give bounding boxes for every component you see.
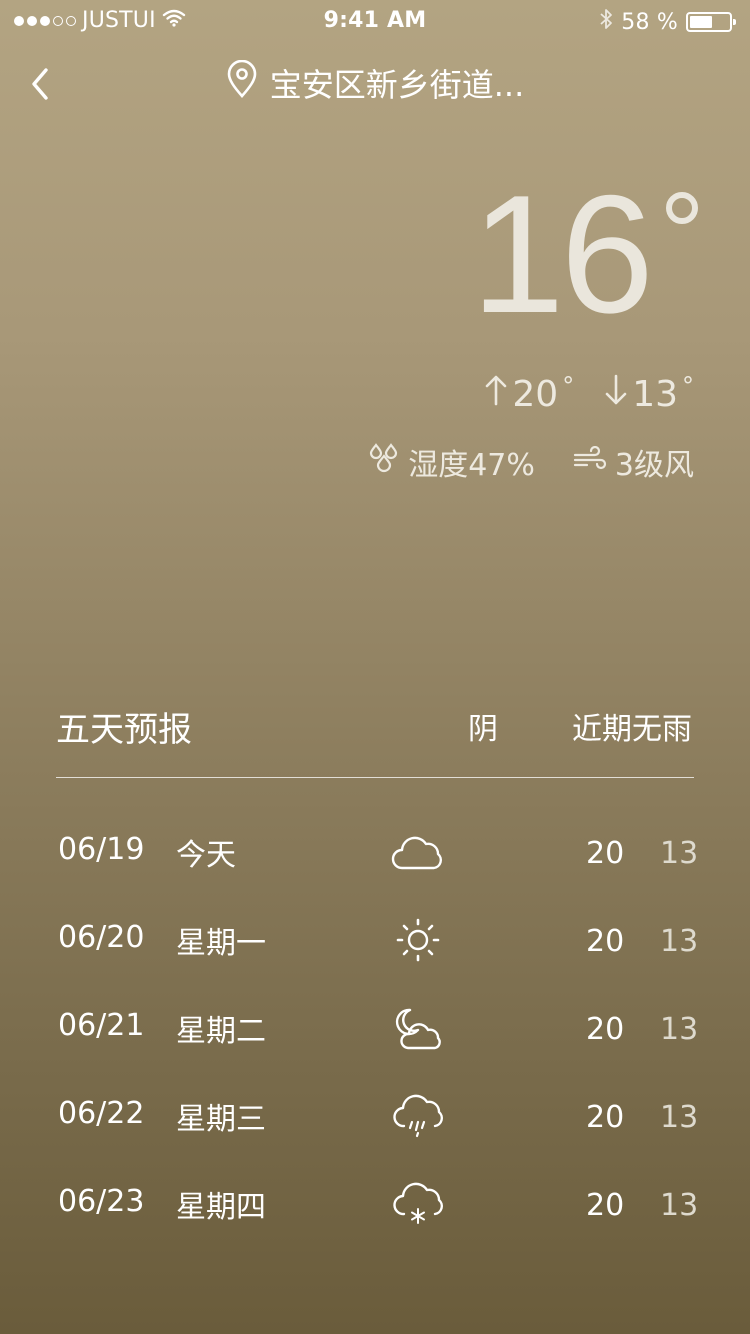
wind-text: 3级风 [614,448,694,483]
forecast-row: 06/21 星期二 20 13 [0,984,750,1072]
status-right: 58 % [599,8,736,36]
forecast-date: 06/19 [58,832,145,867]
forecast-date: 06/23 [58,1184,145,1219]
high-temp: 20 ° [484,372,574,415]
forecast-title: 五天预报 [56,710,192,750]
forecast-high: 20 [586,924,625,959]
forecast-high: 20 [586,836,625,871]
forecast-condition: 阴 [468,712,498,747]
arrow-up-icon [484,374,508,415]
degree-symbol [666,192,698,224]
battery-fill [690,16,713,28]
low-temp: 13 ° [604,372,694,415]
location-title[interactable]: 宝安区新乡街道... [0,59,750,106]
wind: 3级风 [573,440,694,484]
forecast-day: 星期一 [176,926,266,961]
current-temperature: 16 [471,160,654,348]
location-text: 宝安区新乡街道... [269,66,525,104]
forecast-low: 13 [660,836,699,871]
forecast-low: 13 [660,1012,699,1047]
forecast-day: 星期四 [176,1190,266,1225]
low-temp-value: 13 [632,374,678,415]
battery-percent: 58 % [621,9,678,35]
divider [56,777,694,778]
forecast-low: 13 [660,1188,699,1223]
forecast-note: 近期无雨 [572,712,692,747]
humidity: 湿度47% [368,440,535,484]
high-temp-value: 20 [512,374,559,415]
forecast-low: 13 [660,1100,699,1135]
forecast-row: 06/23 星期四 20 13 [0,1160,750,1248]
forecast-day: 星期二 [176,1014,266,1049]
humidity-text: 湿度47% [408,448,535,483]
cloud-icon [388,824,448,880]
forecast-low: 13 [660,924,699,959]
sun-icon [388,912,448,968]
extra-conditions: 湿度47% 3级风 [368,440,694,484]
arrow-down-icon [604,374,628,415]
forecast-list: 06/19 今天 20 13 06/20 星期一 20 13 06/21 星期二… [0,808,750,1248]
forecast-high: 20 [586,1100,625,1135]
forecast-day: 今天 [176,838,236,873]
forecast-high: 20 [586,1188,625,1223]
wind-icon [573,445,607,480]
forecast-date: 06/21 [58,1008,145,1043]
moon-cloud-icon [388,1000,448,1056]
forecast-day: 星期三 [176,1102,266,1137]
battery-icon [686,12,736,32]
rain-cloud-icon [388,1088,448,1144]
snow-cloud-icon [388,1176,448,1232]
location-pin-icon [226,59,258,106]
humidity-icon [368,443,400,481]
forecast-row: 06/20 星期一 20 13 [0,896,750,984]
forecast-row: 06/22 星期三 20 13 [0,1072,750,1160]
forecast-date: 06/22 [58,1096,145,1131]
forecast-date: 06/20 [58,920,145,955]
high-low: 20 ° 13 ° [484,372,694,415]
forecast-header: 五天预报 阴 近期无雨 [56,700,694,750]
forecast-row: 06/19 今天 20 13 [0,808,750,896]
status-bar: JUSTUI 9:41 AM 58 % [0,0,750,40]
bluetooth-icon [599,8,613,36]
forecast-high: 20 [586,1012,625,1047]
